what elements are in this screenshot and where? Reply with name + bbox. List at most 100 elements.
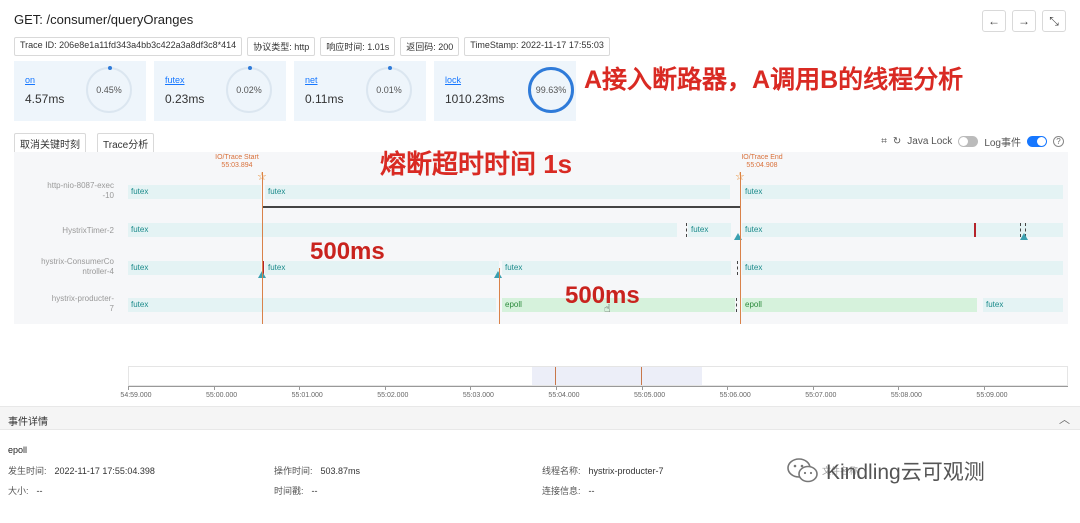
segment-epoll[interactable]: epoll [742, 298, 977, 312]
segment-futex[interactable]: futex [983, 298, 1063, 312]
detail-timestamp: 时间戳: -- [274, 484, 318, 497]
trace-start-marker: IO/Trace Start 55:03.894 [207, 154, 267, 170]
segment-futex[interactable]: futex [742, 223, 1063, 237]
annotation-headline: A接入断路器，A调用B的线程分析 [584, 66, 964, 94]
axis-tick [898, 386, 900, 390]
axis-tick-label: 55:04.000 [548, 392, 580, 399]
detail-value: hystrix-producter-7 [588, 466, 664, 476]
event-line [499, 268, 500, 324]
start-star-icon: ☆ [257, 171, 267, 183]
event-marker [686, 223, 687, 237]
stat-ring-indicator [248, 66, 252, 70]
minimap-end-line [641, 367, 642, 385]
trace-start-time: 55:03.894 [221, 162, 253, 169]
log-events-toggle[interactable] [1027, 136, 1047, 147]
segment-futex[interactable]: futex [742, 185, 1063, 199]
event-marker [736, 298, 737, 312]
detail-value: 503.87ms [320, 466, 361, 476]
event-marker [737, 261, 738, 275]
wakeup-triangle-icon[interactable] [1020, 233, 1028, 240]
stat-card-futex: futex 0.23ms 0.02% [154, 61, 286, 121]
critical-path-line [262, 206, 740, 208]
segment-futex[interactable]: futex [742, 261, 1063, 275]
detail-key: 发生时间: [8, 466, 47, 476]
axis-tick [470, 386, 472, 390]
event-name: epoll [8, 445, 28, 455]
thread-label-0: http-nio-8087-exec -10 [14, 181, 114, 201]
segment-futex[interactable]: futex [128, 261, 261, 275]
detail-key: 时间戳: [274, 486, 304, 496]
fullscreen-button[interactable]: ⤡ [1042, 10, 1066, 32]
axis-tick-label: 54:59.000 [120, 392, 152, 399]
annotation-timeout: 熔断超时时间 1s [380, 149, 573, 179]
segment-futex[interactable]: futex [128, 298, 496, 312]
wakeup-triangle-icon[interactable] [494, 271, 502, 278]
detail-size: 大小: -- [8, 484, 43, 497]
detail-occur-time: 发生时间: 2022-11-17 17:55:04.398 [8, 464, 155, 477]
segment-futex[interactable]: futex [265, 261, 499, 275]
trace-analysis-button[interactable]: Trace分析 [97, 133, 155, 154]
minimap-selection[interactable] [532, 367, 702, 385]
cancel-key-moment-button[interactable]: 取消关键时刻 [14, 133, 86, 154]
help-icon[interactable]: ? [1053, 136, 1064, 147]
segment-futex[interactable]: futex [128, 223, 677, 237]
chevron-up-icon[interactable]: ︿ [1059, 411, 1070, 427]
axis-tick [812, 386, 814, 390]
stat-ring-futex: 0.02% [226, 67, 272, 113]
stat-name-on[interactable]: on [25, 75, 35, 85]
segment-futex[interactable]: futex [128, 185, 261, 199]
trace-start-label: IO/Trace Start [215, 154, 259, 161]
thread-label-1: HystrixTimer-2 [14, 226, 114, 236]
detail-key: 大小: [8, 486, 29, 496]
java-lock-label: Java Lock [907, 136, 953, 147]
axis-tick-label: 55:05.000 [634, 392, 666, 399]
axis-tick [384, 386, 386, 390]
fit-icon[interactable]: ⌗ [881, 136, 887, 147]
thread-label-line2: 7 [109, 304, 114, 313]
stat-value-net: 0.11ms [305, 92, 344, 106]
segment-futex[interactable]: futex [688, 223, 731, 237]
forward-button[interactable]: → [1012, 10, 1036, 32]
thread-label-line1: hystrix-ConsumerCo [41, 257, 114, 266]
wechat-icon [787, 458, 818, 483]
axis-tick-label: 55:02.000 [377, 392, 409, 399]
axis-tick [641, 386, 643, 390]
cursor-hand-icon: ☝ [604, 303, 611, 315]
axis-tick [213, 386, 215, 390]
detail-key: 连接信息: [542, 486, 581, 496]
axis-tick-label: 55:08.000 [890, 392, 922, 399]
axis-tick-label: 55:00.000 [206, 392, 238, 399]
axis-tick-label: 55:09.000 [976, 392, 1008, 399]
detail-op-time: 操作时间: 503.87ms [274, 464, 360, 477]
overview-minimap[interactable] [128, 366, 1068, 386]
thread-label-2: hystrix-ConsumerCo ntroller-4 [14, 257, 114, 277]
stat-value-futex: 0.23ms [165, 92, 205, 106]
timeline-controls: ⌗ ↻ Java Lock Log事件 ? [881, 134, 1064, 149]
axis-tick [556, 386, 557, 390]
reset-icon[interactable]: ↻ [893, 136, 901, 147]
stat-name-lock[interactable]: lock [445, 75, 461, 85]
back-button[interactable]: ← [982, 10, 1006, 32]
trace-end-line [740, 172, 741, 324]
protocol-tag: 协议类型: http [247, 37, 316, 56]
event-marker[interactable] [974, 223, 976, 237]
stat-name-net[interactable]: net [305, 75, 318, 85]
detail-key: 操作时间: [274, 466, 313, 476]
detail-thread-name: 线程名称: hystrix-producter-7 [542, 464, 664, 477]
axis-tick-label: 55:01.000 [291, 392, 323, 399]
stat-name-futex[interactable]: futex [165, 75, 185, 85]
stat-value-on: 4.57ms [25, 92, 65, 106]
detail-key: 线程名称: [542, 466, 581, 476]
trace-end-label: IO/Trace End [741, 154, 783, 161]
stat-card-net: net 0.11ms 0.01% [294, 61, 426, 121]
axis-tick-label: 55:07.000 [805, 392, 837, 399]
java-lock-toggle[interactable] [958, 136, 979, 147]
event-details-header[interactable]: 事件详情 ︿ [0, 406, 1080, 430]
trace-id-tag: Trace ID: 206e8e1a11fd343a4bb3c422a3a8df… [14, 37, 243, 56]
stat-ring-on: 0.45% [86, 67, 132, 113]
top-nav: ← → ⤡ [982, 10, 1066, 32]
segment-futex[interactable]: futex [502, 261, 731, 275]
stat-card-lock: lock 1010.23ms 99.63% [434, 61, 576, 121]
stat-value-lock: 1010.23ms [445, 92, 505, 106]
segment-futex[interactable]: futex [265, 185, 730, 199]
